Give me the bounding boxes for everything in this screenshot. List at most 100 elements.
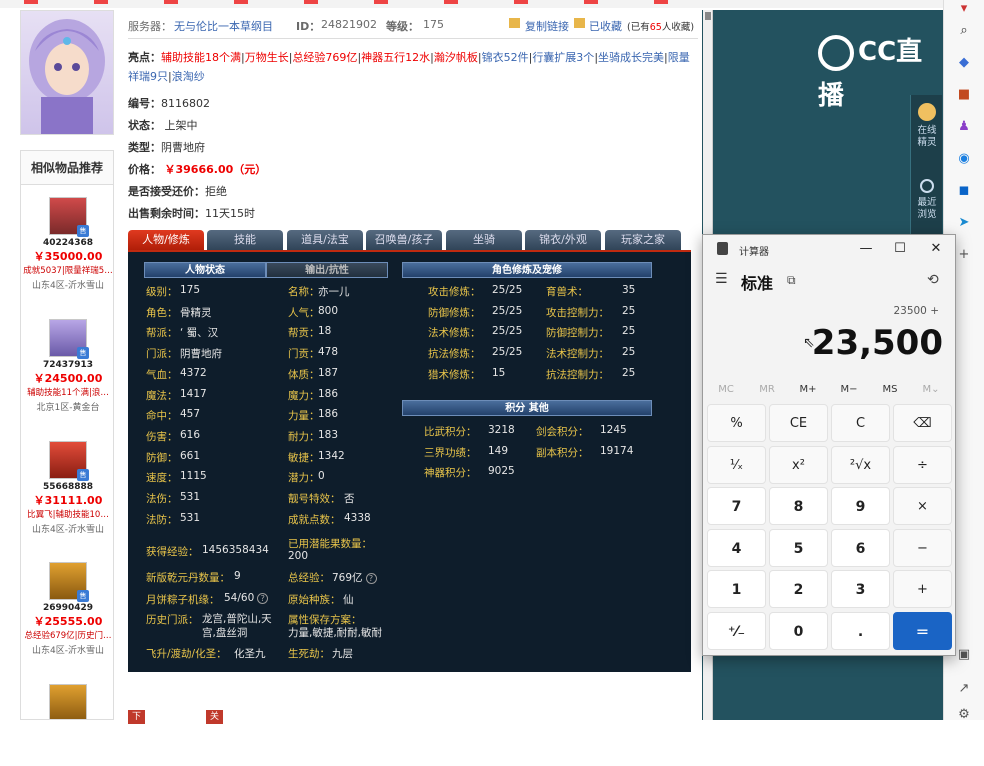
similar-item-thumb[interactable]: 售 [49, 562, 89, 602]
similar-item-desc[interactable]: 成就5037|限量祥瑞5… [21, 264, 113, 276]
memory-button[interactable]: M⌄ [910, 384, 952, 395]
similar-item-thumb[interactable]: 售 [49, 319, 89, 359]
close-button[interactable]: 关闭 [206, 710, 224, 736]
stat-value: 九层 [332, 648, 353, 660]
equals-key[interactable]: = [893, 611, 952, 650]
stat-key: 魔法： [146, 389, 178, 402]
maximize-button[interactable]: ☐ [883, 237, 917, 261]
settings-icon[interactable]: ⚙ [955, 706, 973, 724]
buy-button[interactable]: 下单购买 [128, 710, 146, 764]
memory-button[interactable]: MC [705, 384, 747, 395]
digit-5-key[interactable]: 5 [769, 528, 828, 567]
add-key[interactable]: + [893, 570, 952, 608]
cultivation-key: 防御控制力： [546, 327, 609, 340]
cultivation-key: 抗法控制力： [546, 368, 609, 381]
similar-item-thumb[interactable] [49, 684, 87, 719]
stat-key: 速度： [146, 472, 178, 485]
keep-on-top-icon[interactable]: ⧉ [787, 273, 796, 288]
tab-appearance[interactable]: 锦衣/外观 [525, 230, 601, 250]
percent-key[interactable]: % [707, 404, 766, 442]
similar-item[interactable] [21, 684, 113, 719]
sqrt-key[interactable]: ²√x [831, 445, 890, 484]
similar-item-thumb[interactable]: 售 [49, 197, 89, 237]
similar-item[interactable]: 售 72437913 ￥24500.00 辅助技能11个满|浪… 北京1区-黄金… [21, 319, 113, 413]
browser-tab-strip [0, 0, 984, 8]
briefcase-icon[interactable]: ■ [955, 86, 973, 104]
digit-7-key[interactable]: 7 [707, 487, 766, 525]
favorite-button[interactable]: 已收藏 [589, 18, 622, 34]
minimize-button[interactable]: — [849, 237, 883, 261]
digit-6-key[interactable]: 6 [831, 528, 890, 567]
stat-value: 175 [180, 284, 201, 296]
tab-pets[interactable]: 召唤兽/孩子 [366, 230, 442, 250]
pin-icon[interactable]: ▾ [955, 0, 973, 18]
stat-value: 骨精灵 [180, 306, 212, 319]
recent-browse-tool[interactable]: 最近浏览 [911, 179, 943, 221]
digit-4-key[interactable]: 4 [707, 528, 766, 567]
history-icon[interactable]: ⟲ [927, 272, 939, 288]
similar-item[interactable]: 售 26990429 ￥25555.00 总经验679亿|历史门… 山东4区-沂… [21, 562, 113, 656]
similar-item[interactable]: 售 55668888 ￥31111.00 比翼飞|辅助技能10… 山东4区-沂水… [21, 441, 113, 535]
negate-key[interactable]: ⁺⁄₋ [707, 611, 766, 650]
stat-key: 门派： [146, 348, 178, 361]
games-icon[interactable]: ♟ [955, 118, 973, 136]
digit-2-key[interactable]: 2 [769, 570, 828, 608]
digit-3-key[interactable]: 3 [831, 570, 890, 608]
tab-skills[interactable]: 技能 [207, 230, 283, 250]
send-icon[interactable]: ➤ [955, 214, 973, 232]
divide-key[interactable]: ÷ [893, 445, 952, 484]
copy-link-button[interactable]: 复制链接 [525, 18, 569, 34]
tab-mounts[interactable]: 坐骑 [446, 230, 522, 250]
memory-button[interactable]: MS [869, 384, 911, 395]
divider [128, 38, 698, 39]
similar-item-desc[interactable]: 辅助技能11个满|浪… [21, 386, 113, 398]
backspace-key[interactable]: ⌫ [893, 404, 952, 442]
cultivation-value: 35 [622, 284, 636, 296]
clear-entry-key[interactable]: CE [769, 404, 828, 442]
digit-1-key[interactable]: 1 [707, 570, 766, 608]
help-icon[interactable]: ? [365, 572, 377, 584]
subtract-key[interactable]: − [893, 528, 952, 567]
stat-value: 1115 [180, 470, 207, 483]
for-sale-badge: 售 [77, 347, 89, 359]
digit-9-key[interactable]: 9 [831, 487, 890, 525]
similar-item-desc[interactable]: 比翼飞|辅助技能10… [21, 508, 113, 520]
tab-player-home[interactable]: 玩家之家 [605, 230, 681, 250]
memory-button[interactable]: MR [746, 384, 788, 395]
section-header-status[interactable]: 人物状态 [144, 262, 266, 278]
clear-key[interactable]: C [831, 404, 890, 442]
stat-value: 9 [234, 570, 241, 582]
tab-character[interactable]: 人物/修炼 [128, 230, 204, 250]
decimal-key[interactable]: . [831, 611, 890, 650]
add-icon[interactable]: + [955, 246, 973, 264]
tab-items[interactable]: 道具/法宝 [287, 230, 363, 250]
similar-item-desc[interactable]: 总经验679亿|历史门… [21, 629, 113, 641]
section-header-output[interactable]: 输出/抗性 [266, 262, 388, 278]
memory-button[interactable]: M+ [787, 384, 829, 395]
external-link-icon[interactable]: ↗ [955, 680, 973, 698]
help-icon[interactable]: ? [257, 592, 269, 604]
similar-item-thumb[interactable]: 售 [49, 441, 89, 481]
server-value: 无与伦比一本草纲目 [174, 20, 273, 33]
hamburger-menu-icon[interactable]: ☰ [715, 271, 728, 287]
copilot-icon[interactable]: ◉ [955, 150, 973, 168]
outlook-icon[interactable]: ◼ [955, 182, 973, 200]
tag-icon[interactable]: ◆ [955, 54, 973, 72]
online-sprite-tool[interactable]: 在线精灵 [911, 103, 943, 149]
multiply-key[interactable]: × [893, 487, 952, 525]
split-screen-icon[interactable]: ▣ [955, 646, 973, 664]
close-window-button[interactable]: ✕ [919, 237, 953, 261]
digit-8-key[interactable]: 8 [769, 487, 828, 525]
memory-button[interactable]: M− [828, 384, 870, 395]
search-icon[interactable]: ⌕ [955, 22, 973, 40]
square-key[interactable]: x² [769, 445, 828, 484]
cultivation-key: 法术修炼： [428, 327, 481, 340]
calculator-mode: 标准 [741, 274, 774, 293]
digit-0-key[interactable]: 0 [769, 611, 828, 650]
stat-value: 800 [318, 304, 339, 317]
reciprocal-key[interactable]: ¹⁄ₓ [707, 445, 766, 484]
cultivation-value: 25/25 [492, 304, 523, 317]
similar-item[interactable]: 售 40224368 ￥35000.00 成就5037|限量祥瑞5… 山东4区-… [21, 197, 113, 291]
for-sale-badge: 售 [77, 590, 89, 602]
cultivation-value: 25 [622, 346, 636, 359]
